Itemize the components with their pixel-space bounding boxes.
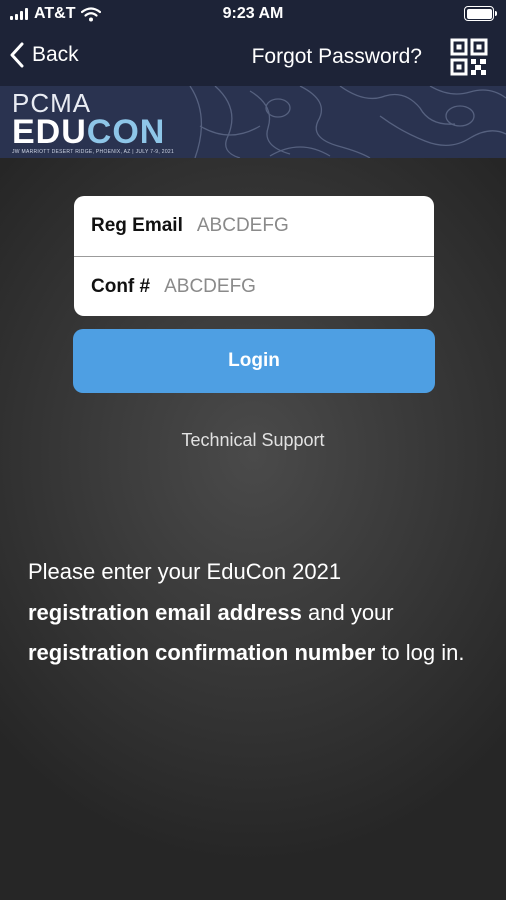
nav-bar: Back Forgot Password?	[0, 30, 506, 86]
battery-icon	[464, 6, 497, 21]
login-form: Reg Email Conf #	[74, 196, 434, 316]
technical-support-link[interactable]: Technical Support	[0, 430, 506, 451]
back-label: Back	[32, 43, 79, 66]
status-time: 9:23 AM	[222, 5, 284, 22]
educon-logo: PCMA EDUCON JW MARRIOTT DESERT RIDGE, PH…	[12, 90, 174, 155]
email-field[interactable]	[196, 215, 397, 237]
confirmation-field[interactable]	[164, 275, 365, 298]
login-button[interactable]: Login	[73, 329, 435, 393]
qr-code-icon[interactable]	[450, 38, 488, 76]
status-bar: AT&T 9:23 AM	[0, 0, 506, 30]
email-row: Reg Email	[74, 196, 434, 256]
event-banner: PCMA EDUCON JW MARRIOTT DESERT RIDGE, PH…	[0, 86, 506, 158]
chevron-left-icon	[10, 42, 24, 68]
back-button[interactable]: Back	[10, 42, 79, 68]
instructions-text: Please enter your EduCon 2021 registrati…	[28, 559, 465, 665]
email-label: Reg Email	[91, 215, 183, 236]
conf-row: Conf #	[74, 256, 434, 316]
logo-subtitle: JW MARRIOTT DESERT RIDGE, PHOENIX, AZ | …	[12, 149, 175, 155]
conf-label: Conf #	[91, 275, 151, 297]
forgot-password-button[interactable]: Forgot Password?	[252, 45, 422, 69]
logo-educon: EDUCON	[12, 113, 166, 151]
main-content: Reg Email Conf # Login Technical Support…	[0, 158, 506, 900]
